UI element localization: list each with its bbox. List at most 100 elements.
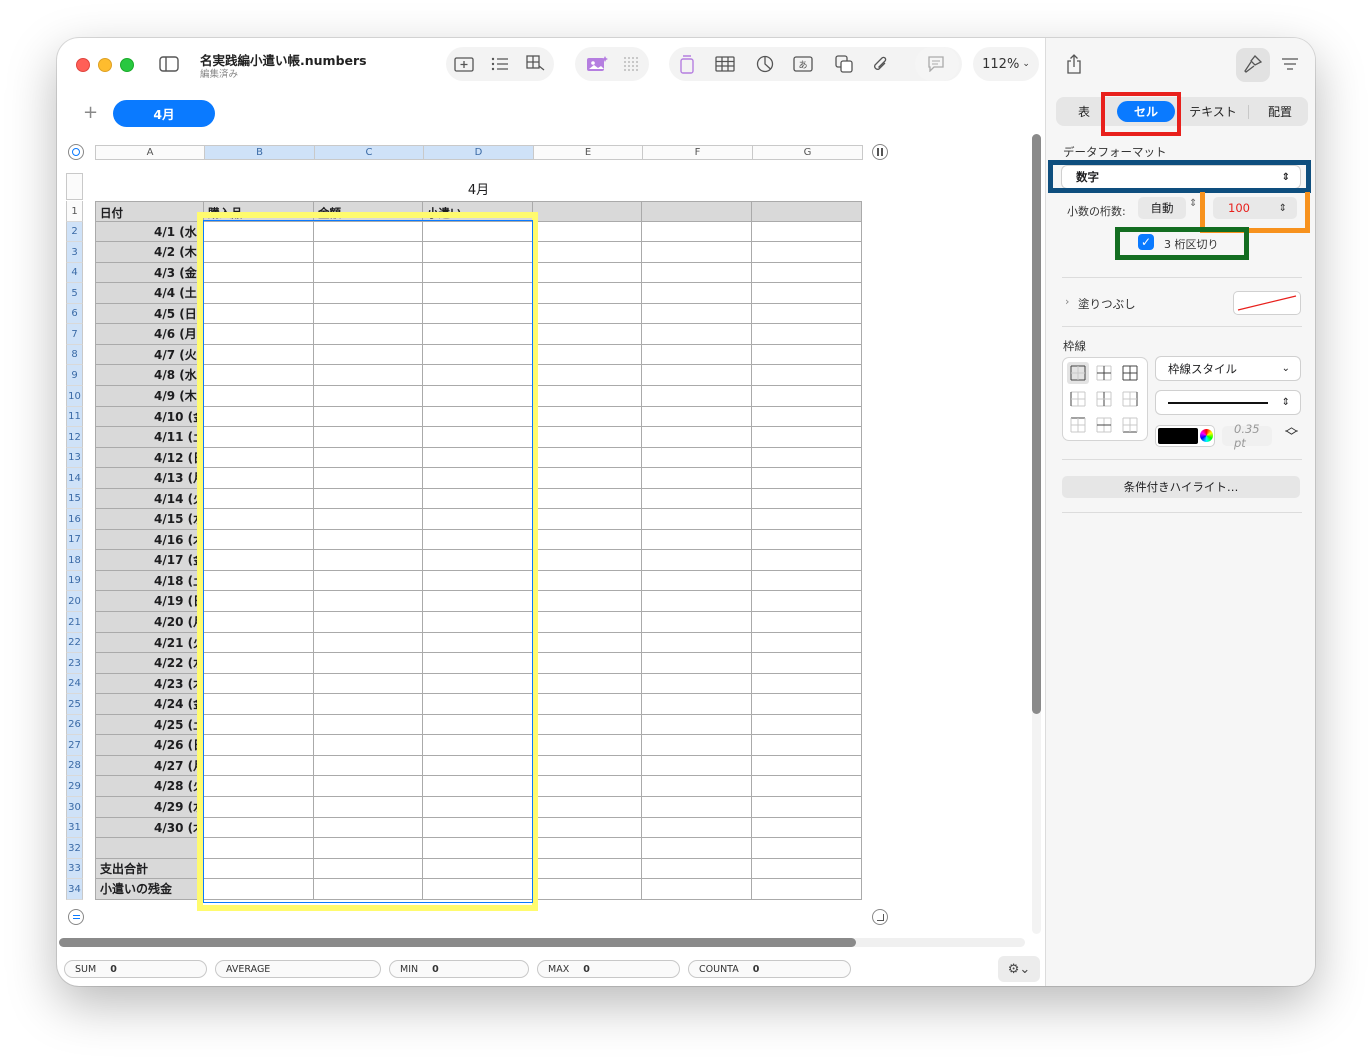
pivot-table-icon[interactable]	[675, 52, 699, 76]
grid-dots-icon[interactable]	[619, 52, 643, 76]
table-cell[interactable]	[752, 263, 862, 283]
table-cell[interactable]	[533, 612, 642, 633]
sidebar-toggle-icon[interactable]	[157, 52, 181, 76]
row-header[interactable]: 14	[66, 468, 83, 489]
row-header[interactable]: 27	[66, 735, 83, 756]
table-cell[interactable]	[752, 694, 862, 715]
table-cell[interactable]	[533, 386, 642, 407]
share-icon[interactable]	[1062, 52, 1086, 76]
table-cell[interactable]	[752, 345, 862, 365]
table-cell[interactable]	[642, 324, 752, 345]
row-header[interactable]: 3	[66, 242, 83, 263]
table-cell[interactable]	[533, 242, 642, 263]
border-preset-icon[interactable]	[1070, 391, 1086, 407]
select-table-handle[interactable]	[68, 144, 84, 160]
table-cell[interactable]	[752, 818, 862, 838]
table-cell[interactable]	[642, 818, 752, 838]
table-cell[interactable]	[533, 633, 642, 653]
table-cell[interactable]: 4/9 (木	[95, 386, 204, 407]
table-cell[interactable]	[533, 674, 642, 694]
border-preset-icon[interactable]	[1122, 391, 1138, 407]
table-cell[interactable]	[642, 468, 752, 489]
table-cell[interactable]	[642, 365, 752, 386]
sheet-tab-active[interactable]: 4月	[113, 100, 215, 127]
row-header[interactable]: 11	[66, 407, 83, 427]
table-cell[interactable]: 4/30 (木	[95, 818, 204, 838]
table-cell[interactable]: 4/6 (月	[95, 324, 204, 345]
row-header[interactable]: 21	[66, 612, 83, 633]
table-cell[interactable]: 4/26 (日	[95, 735, 204, 756]
row-header[interactable]: 23	[66, 653, 83, 674]
fill-color-well[interactable]	[1234, 292, 1300, 314]
table-cell[interactable]	[533, 201, 642, 222]
row-header[interactable]: 12	[66, 427, 83, 448]
paintbrush-icon[interactable]	[1241, 52, 1265, 76]
table-cell[interactable]	[642, 571, 752, 591]
column-header-d[interactable]: D	[423, 145, 534, 160]
table-cell[interactable]	[642, 756, 752, 776]
table-cell[interactable]	[533, 509, 642, 530]
table-cell[interactable]	[642, 222, 752, 242]
tab-text[interactable]: テキスト	[1182, 97, 1244, 126]
table-cell[interactable]: 4/13 (月	[95, 468, 204, 489]
table-cell[interactable]	[642, 345, 752, 365]
table-cell[interactable]	[533, 324, 642, 345]
border-preset-icon[interactable]	[1070, 365, 1086, 381]
table-cell[interactable]	[95, 838, 204, 859]
table-cell[interactable]	[642, 263, 752, 283]
table-cell[interactable]	[533, 550, 642, 571]
resize-table-handle[interactable]	[872, 909, 888, 925]
table-cell[interactable]: 4/21 (火	[95, 633, 204, 653]
row-header[interactable]: 15	[66, 489, 83, 509]
max-summary[interactable]: MAX 0	[537, 960, 680, 978]
table-cell[interactable]	[642, 735, 752, 756]
table-cell[interactable]	[752, 427, 862, 448]
table-cell[interactable]	[533, 345, 642, 365]
table-cell[interactable]	[752, 448, 862, 468]
table-cell[interactable]	[533, 735, 642, 756]
row-header[interactable]: 7	[66, 324, 83, 345]
table-cell[interactable]: 4/3 (金	[95, 263, 204, 283]
zoom-window-button[interactable]	[120, 58, 134, 72]
table-cell[interactable]	[533, 591, 642, 612]
table-cell[interactable]	[752, 715, 862, 735]
row-header[interactable]: 29	[66, 776, 83, 797]
table-cell[interactable]	[533, 530, 642, 550]
row-header[interactable]: 13	[66, 448, 83, 468]
table-cell[interactable]	[533, 263, 642, 283]
row-header[interactable]: 2	[66, 222, 83, 242]
table-cell[interactable]	[533, 489, 642, 509]
add-category-icon[interactable]	[452, 52, 476, 76]
table-cell[interactable]	[752, 304, 862, 324]
table-cell[interactable]: 4/28 (火	[95, 776, 204, 797]
zoom-popup[interactable]: 112% ⌄	[973, 47, 1039, 81]
table-cell[interactable]	[642, 407, 752, 427]
table-cell[interactable]	[642, 612, 752, 633]
add-column-handle[interactable]	[872, 144, 888, 160]
table-cell[interactable]: 4/2 (木	[95, 242, 204, 263]
table-cell[interactable]	[533, 694, 642, 715]
table-cell[interactable]: 4/23 (木	[95, 674, 204, 694]
cell-selection[interactable]	[203, 220, 533, 903]
table-cell[interactable]: 支出合計	[95, 859, 204, 879]
row-header[interactable]: 31	[66, 818, 83, 838]
table-cell[interactable]	[752, 201, 862, 222]
table-cell[interactable]	[642, 879, 752, 900]
table-cell[interactable]: 4/11 (土	[95, 427, 204, 448]
table-cell[interactable]: 4/7 (火	[95, 345, 204, 365]
table-cell[interactable]	[642, 530, 752, 550]
table-cell[interactable]	[752, 222, 862, 242]
row-header[interactable]: 30	[66, 797, 83, 818]
table-cell[interactable]	[642, 283, 752, 304]
row-header[interactable]: 33	[66, 859, 83, 879]
row-header[interactable]: 8	[66, 345, 83, 365]
table-cell[interactable]	[752, 324, 862, 345]
table-cell[interactable]	[642, 653, 752, 674]
chevron-right-icon[interactable]: ›	[1065, 295, 1069, 308]
table-cell[interactable]: 4/4 (土	[95, 283, 204, 304]
table-cell[interactable]	[642, 304, 752, 324]
table-cell[interactable]	[642, 386, 752, 407]
add-sheet-button[interactable]: +	[83, 102, 98, 123]
table-cell[interactable]	[642, 859, 752, 879]
comment-icon[interactable]	[924, 52, 948, 76]
